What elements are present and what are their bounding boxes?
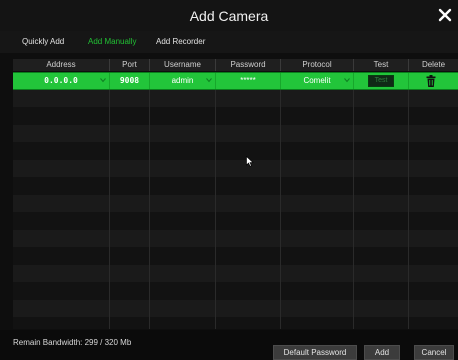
username-value: admin — [171, 76, 194, 85]
port-field[interactable]: 9008 — [110, 73, 150, 89]
default-password-button[interactable]: Default Password — [273, 345, 357, 360]
empty-row — [13, 142, 458, 160]
column-header-username: Username — [150, 59, 216, 71]
window-title: Add Camera — [189, 8, 269, 24]
empty-row — [13, 177, 458, 195]
cancel-button[interactable]: Cancel — [414, 345, 454, 360]
delete-cell — [409, 73, 458, 89]
chevron-down-icon[interactable] — [206, 77, 212, 83]
column-header-protocol: Protocol — [281, 59, 354, 71]
test-button[interactable]: Test — [368, 75, 394, 87]
empty-row — [13, 89, 458, 107]
password-field[interactable]: ***** — [216, 73, 281, 89]
column-header-test: Test — [354, 59, 409, 71]
test-cell: Test — [354, 73, 409, 89]
footer: Remain Bandwidth: 299 / 320 Mb Default P… — [0, 330, 458, 360]
empty-row — [13, 317, 458, 329]
table-header: Address Port Username Password Protocol … — [13, 59, 458, 71]
empty-row — [13, 264, 458, 282]
add-button[interactable]: Add — [364, 345, 400, 360]
close-icon[interactable] — [436, 6, 454, 24]
address-value: 0.0.0.0 — [44, 76, 78, 85]
chevron-down-icon[interactable] — [344, 77, 350, 83]
remain-bandwidth-text: Remain Bandwidth: 299 / 320 Mb — [13, 338, 132, 347]
protocol-select[interactable]: Comelit — [281, 73, 354, 89]
column-header-password: Password — [216, 59, 281, 71]
tab-add-manually[interactable]: Add Manually — [88, 37, 136, 46]
column-header-delete: Delete — [421, 60, 446, 69]
mouse-cursor-icon — [246, 156, 254, 167]
camera-table: Address Port Username Password Protocol … — [13, 59, 458, 329]
tab-quickly-add[interactable]: Quickly Add — [22, 37, 64, 46]
empty-row — [13, 282, 458, 300]
empty-row — [13, 212, 458, 230]
column-header-address: Address — [13, 59, 110, 71]
username-field[interactable]: admin — [150, 73, 216, 89]
empty-row — [13, 107, 458, 125]
tab-add-recorder[interactable]: Add Recorder — [156, 37, 205, 46]
chevron-down-icon[interactable] — [100, 77, 106, 83]
table-row[interactable]: 0.0.0.0 9008 admin ***** Comelit Test — [13, 72, 458, 90]
address-field[interactable]: 0.0.0.0 — [13, 73, 110, 89]
empty-row — [13, 229, 458, 247]
empty-row — [13, 159, 458, 177]
trash-icon[interactable] — [426, 75, 436, 87]
empty-row — [13, 247, 458, 265]
empty-row — [13, 124, 458, 142]
empty-row — [13, 299, 458, 317]
tab-bar: Quickly Add Add Manually Add Recorder — [0, 31, 458, 53]
column-header-port: Port — [110, 59, 150, 71]
protocol-value: Comelit — [303, 76, 331, 85]
title-bar: Add Camera — [0, 0, 458, 31]
empty-row — [13, 194, 458, 212]
